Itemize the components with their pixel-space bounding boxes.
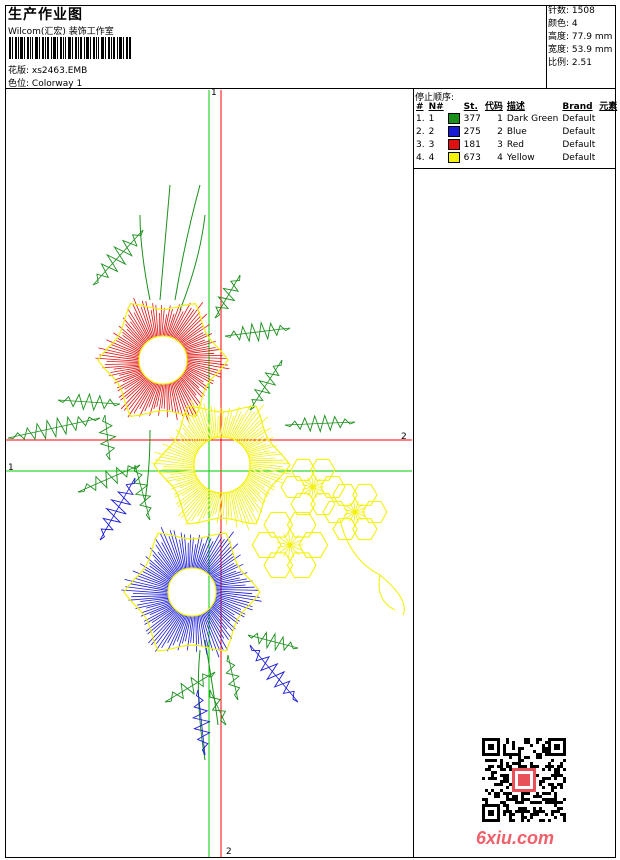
axis-label-v-green: 1 bbox=[211, 88, 217, 98]
axis-label-v-red: 2 bbox=[226, 847, 232, 857]
stems bbox=[139, 184, 219, 761]
leaf bbox=[209, 689, 227, 726]
leaf bbox=[92, 229, 144, 286]
leaf bbox=[249, 359, 283, 411]
flower-blue bbox=[121, 527, 262, 658]
leaf bbox=[247, 631, 299, 652]
leaf bbox=[224, 320, 291, 343]
leaf bbox=[77, 464, 141, 493]
axis-label-h-green: 1 bbox=[8, 463, 14, 473]
leaf-blue bbox=[249, 644, 299, 703]
qr-code bbox=[482, 738, 566, 822]
site-watermark: 6xiu.com bbox=[476, 828, 555, 848]
leaf bbox=[98, 414, 117, 461]
axis-label-h-red: 2 bbox=[401, 432, 407, 442]
leaf bbox=[225, 654, 241, 701]
embroidery-preview bbox=[6, 90, 412, 857]
leaf-blue bbox=[99, 477, 136, 541]
leaf bbox=[164, 671, 216, 703]
leaf-blue bbox=[191, 689, 211, 756]
leaf bbox=[7, 415, 101, 441]
leaf bbox=[57, 392, 121, 412]
leaf bbox=[214, 274, 241, 319]
flower-artwork bbox=[7, 184, 405, 761]
leaf bbox=[284, 414, 356, 433]
